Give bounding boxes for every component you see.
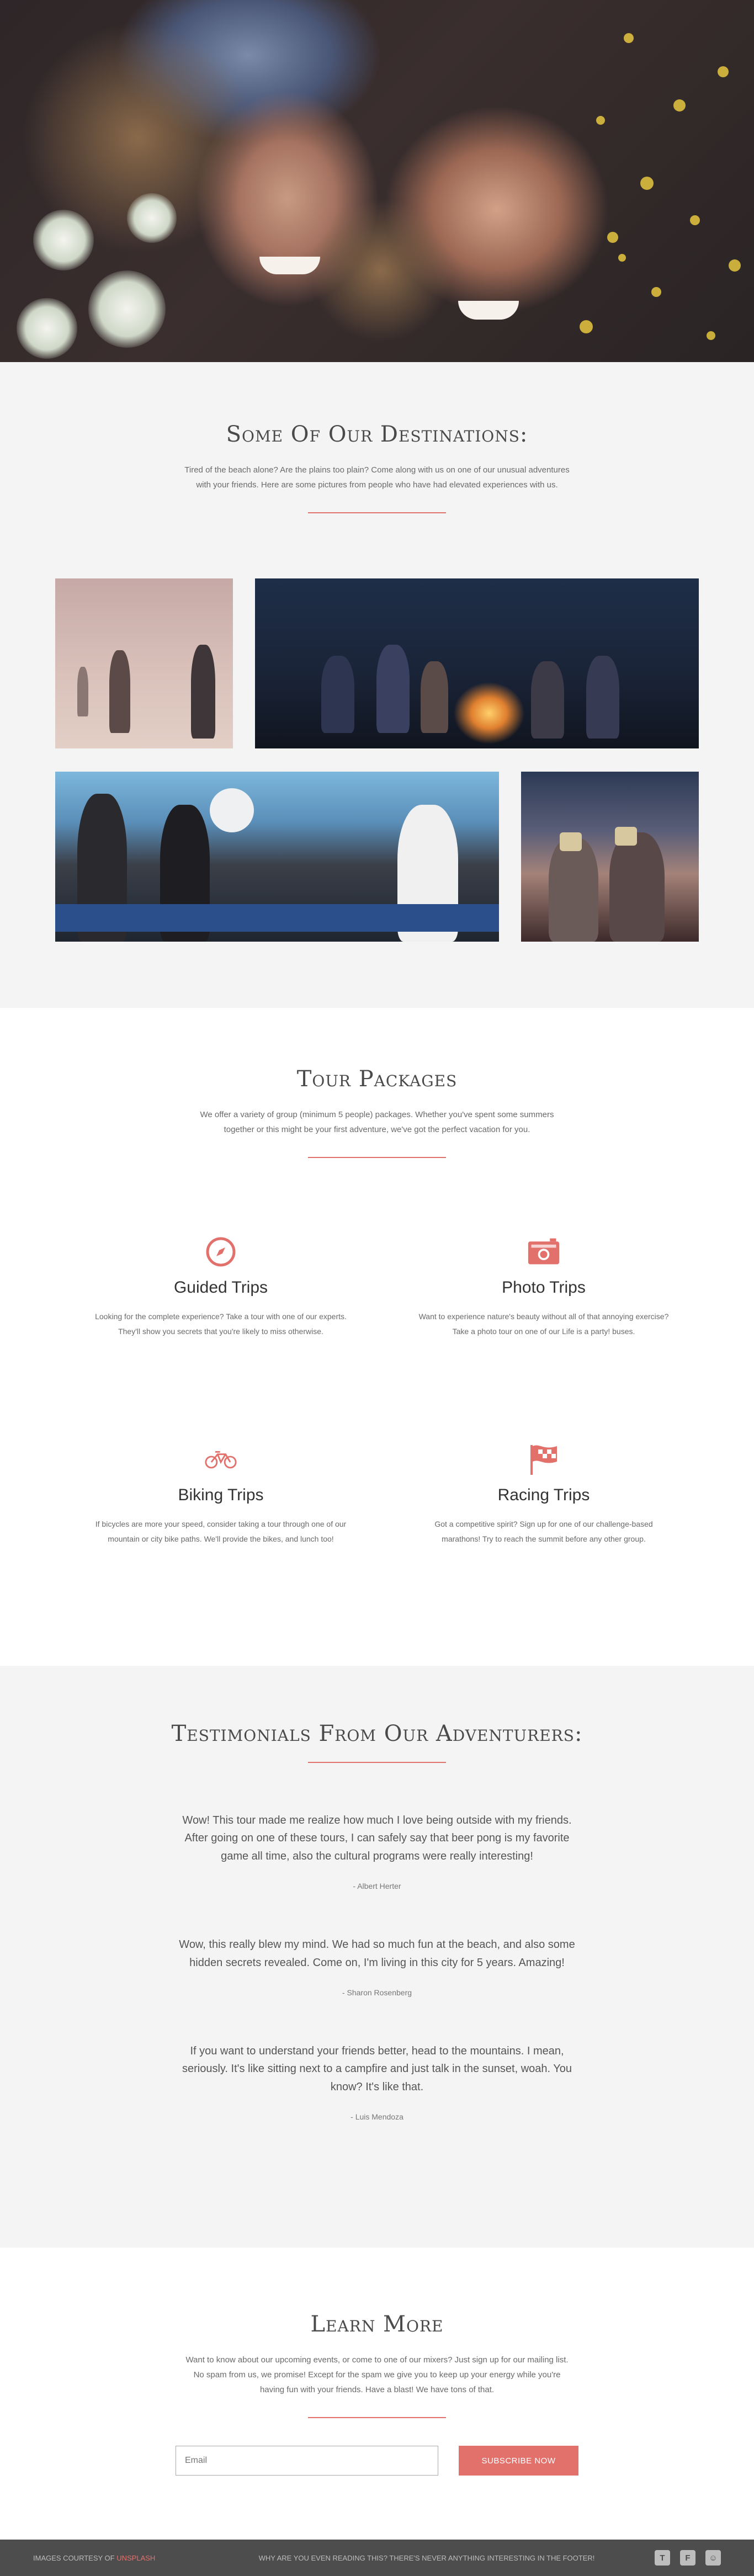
subscribe-button[interactable]: Subscribe Now [459,2446,578,2476]
signup-form: Subscribe Now [176,2446,578,2476]
tour-packages-section: Tour Packages We offer a variety of grou… [0,1008,754,1666]
destinations-section: Some Of Our Destinations: Tired of the b… [0,362,754,1008]
footer-credit-text: Images courtesy of [33,2553,117,2562]
tour-title: Guided Trips [173,1278,268,1297]
tour-photo-trips: Photo Trips Want to experience nature's … [414,1235,673,1339]
learn-more-title: Learn More [310,2312,444,2337]
learn-more-intro: Want to know about our upcoming events, … [185,2355,569,2394]
photo-ping-pong-party [55,772,499,942]
photo-friends-with-cameras [521,772,699,942]
tour-racing-trips: Racing Trips Got a competitive spirit? S… [414,1443,673,1546]
destinations-title: Some Of Our Destinations: [226,422,528,447]
divider [308,2417,446,2418]
divider [308,1762,446,1763]
testimonial-author: - Luis Mendoza [351,2112,403,2122]
flag-icon [527,1443,560,1476]
testimonial-quote: Wow, this really blew my mind. We had so… [179,1938,575,1969]
social-links: t f ☺ [655,2550,721,2566]
tours-title: Tour Packages [296,1066,458,1092]
email-input[interactable] [176,2446,438,2476]
footer-tagline: Why are you even reading this? There's n… [258,2553,595,2562]
tour-description: Want to experience nature's beauty witho… [418,1312,669,1336]
snapchat-icon[interactable]: ☺ [705,2550,721,2566]
camera-icon [527,1235,560,1268]
divider [308,512,446,513]
testimonials-section: Testimonials From Our Adventurers: Wow! … [0,1666,754,2248]
testimonial-quote: If you want to understand your friends b… [182,2044,572,2093]
facebook-icon[interactable]: f [680,2550,695,2566]
testimonial-quote: Wow! This tour made me realize how much … [182,1814,572,1862]
photo-desert-walkers [55,578,233,748]
testimonial: Wow! This tour made me realize how much … [176,1812,578,1890]
testimonial-author: - Albert Herter [353,1882,401,1891]
testimonial-author: - Sharon Rosenberg [342,1988,412,1997]
testimonials-title: Testimonials From Our Adventurers: [171,1721,583,1746]
destinations-intro: Tired of the beach alone? Are the plains… [184,465,570,490]
testimonial: If you want to understand your friends b… [176,2042,578,2121]
footer: Images courtesy of Unsplash Why are you … [0,2540,754,2576]
tour-title: Biking Trips [178,1486,264,1504]
footer-credit: Images courtesy of Unsplash [33,2554,199,2562]
tour-title: Racing Trips [497,1486,590,1504]
hero-image [0,0,754,362]
unsplash-link[interactable]: Unsplash [116,2554,155,2562]
learn-more-section: Learn More Want to know about our upcomi… [0,2248,754,2540]
twitter-icon[interactable]: t [655,2550,670,2566]
compass-icon [204,1235,237,1268]
tour-guided-trips: Guided Trips Looking for the complete ex… [91,1235,351,1339]
tour-description: Got a competitive spirit? Sign up for on… [434,1520,653,1543]
testimonial: Wow, this really blew my mind. We had so… [176,1936,578,1997]
tour-biking-trips: Biking Trips If bicycles are more your s… [91,1443,351,1546]
tour-description: Looking for the complete experience? Tak… [95,1312,347,1336]
divider [308,1157,446,1158]
tours-intro: We offer a variety of group (minimum 5 p… [200,1110,554,1134]
photo-campfire-night [255,578,699,748]
bicycle-icon [204,1443,237,1476]
tour-title: Photo Trips [502,1278,586,1297]
tour-description: If bicycles are more your speed, conside… [95,1520,347,1543]
